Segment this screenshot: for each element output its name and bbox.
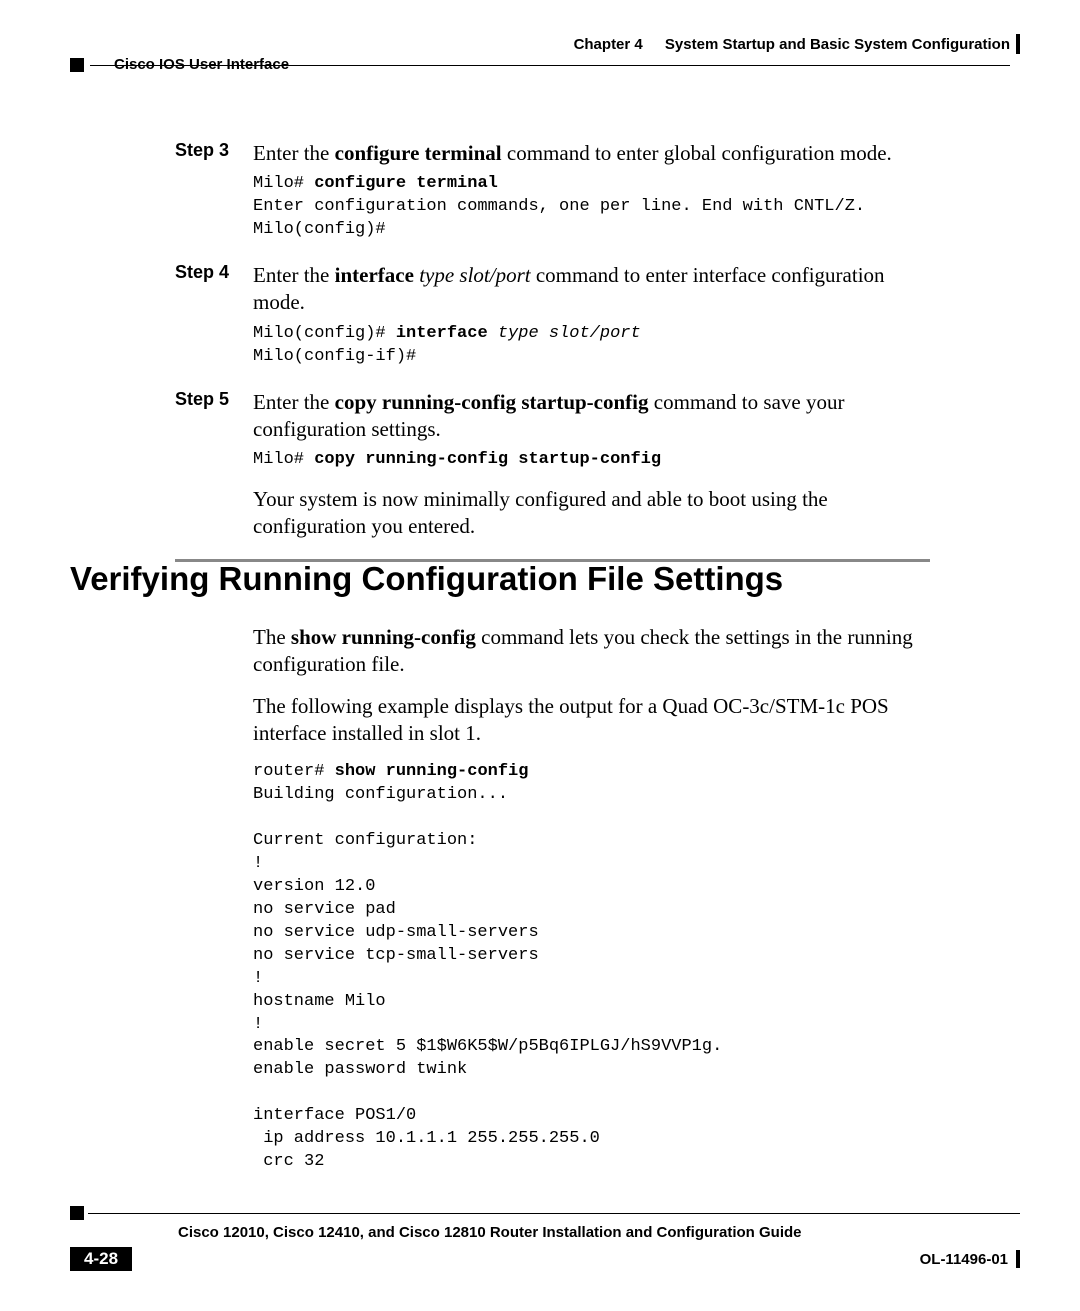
output: Building configuration... Current config… xyxy=(253,785,722,1171)
section-body: The show running-config command lets you… xyxy=(253,624,930,1174)
command: copy running-config startup-config xyxy=(335,390,649,414)
prompt: Milo(config)# xyxy=(253,220,386,239)
text: Enter the xyxy=(253,390,335,414)
doc-id: OL-11496-01 xyxy=(920,1251,1008,1268)
command: show running-config xyxy=(291,625,476,649)
square-icon xyxy=(70,58,84,72)
page: Chapter 4 System Startup and Basic Syste… xyxy=(0,0,1080,1311)
header-bar-icon xyxy=(1016,34,1020,54)
cmd: configure terminal xyxy=(314,174,498,193)
paragraph: The show running-config command lets you… xyxy=(253,624,930,679)
step-label: Step 3 xyxy=(175,140,253,167)
closing-paragraph: Your system is now minimally configured … xyxy=(253,486,930,541)
subheader-text: Cisco IOS User Interface xyxy=(114,56,289,73)
prompt: router# xyxy=(253,762,335,781)
text: The xyxy=(253,625,291,649)
output: Enter configuration commands, one per li… xyxy=(253,197,865,216)
step-3: Step 3 Enter the configure terminal comm… xyxy=(175,140,930,167)
code-block: Milo(config)# interface type slot/port M… xyxy=(253,323,930,369)
bar-icon xyxy=(1016,1250,1020,1268)
step-body: Enter the interface type slot/port comma… xyxy=(253,262,930,317)
square-icon xyxy=(70,1206,84,1220)
step-4: Step 4 Enter the interface type slot/por… xyxy=(175,262,930,317)
chapter-title: System Startup and Basic System Configur… xyxy=(665,36,1010,53)
code-block: Milo# copy running-config startup-config xyxy=(253,449,930,472)
prompt: Milo# xyxy=(253,174,314,193)
text: Enter the xyxy=(253,141,335,165)
cmd: copy running-config startup-config xyxy=(314,450,661,469)
cmd: interface xyxy=(396,324,488,343)
step-label: Step 4 xyxy=(175,262,253,317)
footer: Cisco 12010, Cisco 12410, and Cisco 1281… xyxy=(70,1206,1020,1271)
footer-rule-row xyxy=(70,1206,1020,1220)
footer-bottom: 4-28 OL-11496-01 xyxy=(70,1247,1020,1271)
page-number: 4-28 xyxy=(70,1247,132,1271)
code-block: Milo# configure terminal Enter configura… xyxy=(253,173,930,242)
code-block: router# show running-config Building con… xyxy=(253,761,930,1174)
prompt: Milo(config)# xyxy=(253,324,396,343)
content-area: Step 3 Enter the configure terminal comm… xyxy=(175,140,930,562)
running-header: Chapter 4 System Startup and Basic Syste… xyxy=(70,36,1010,53)
paragraph: The following example displays the outpu… xyxy=(253,693,930,748)
prompt: Milo# xyxy=(253,450,314,469)
prompt: Milo(config-if)# xyxy=(253,347,416,366)
step-body: Enter the configure terminal command to … xyxy=(253,140,930,167)
cmd: show running-config xyxy=(335,762,529,781)
text: Enter the xyxy=(253,263,335,287)
guide-title: Cisco 12010, Cisco 12410, and Cisco 1281… xyxy=(178,1224,1020,1241)
argument: type slot/port xyxy=(414,263,531,287)
step-body: Enter the copy running-config startup-co… xyxy=(253,389,930,444)
command: configure terminal xyxy=(335,141,502,165)
rule-icon xyxy=(88,1213,1020,1214)
step-5: Step 5 Enter the copy running-config sta… xyxy=(175,389,930,444)
command: interface xyxy=(335,263,414,287)
arg: type slot/port xyxy=(488,324,641,343)
chapter-label: Chapter 4 xyxy=(574,36,643,53)
step-label: Step 5 xyxy=(175,389,253,444)
text: command to enter global configuration mo… xyxy=(502,141,892,165)
section-heading: Verifying Running Configuration File Set… xyxy=(70,560,783,598)
